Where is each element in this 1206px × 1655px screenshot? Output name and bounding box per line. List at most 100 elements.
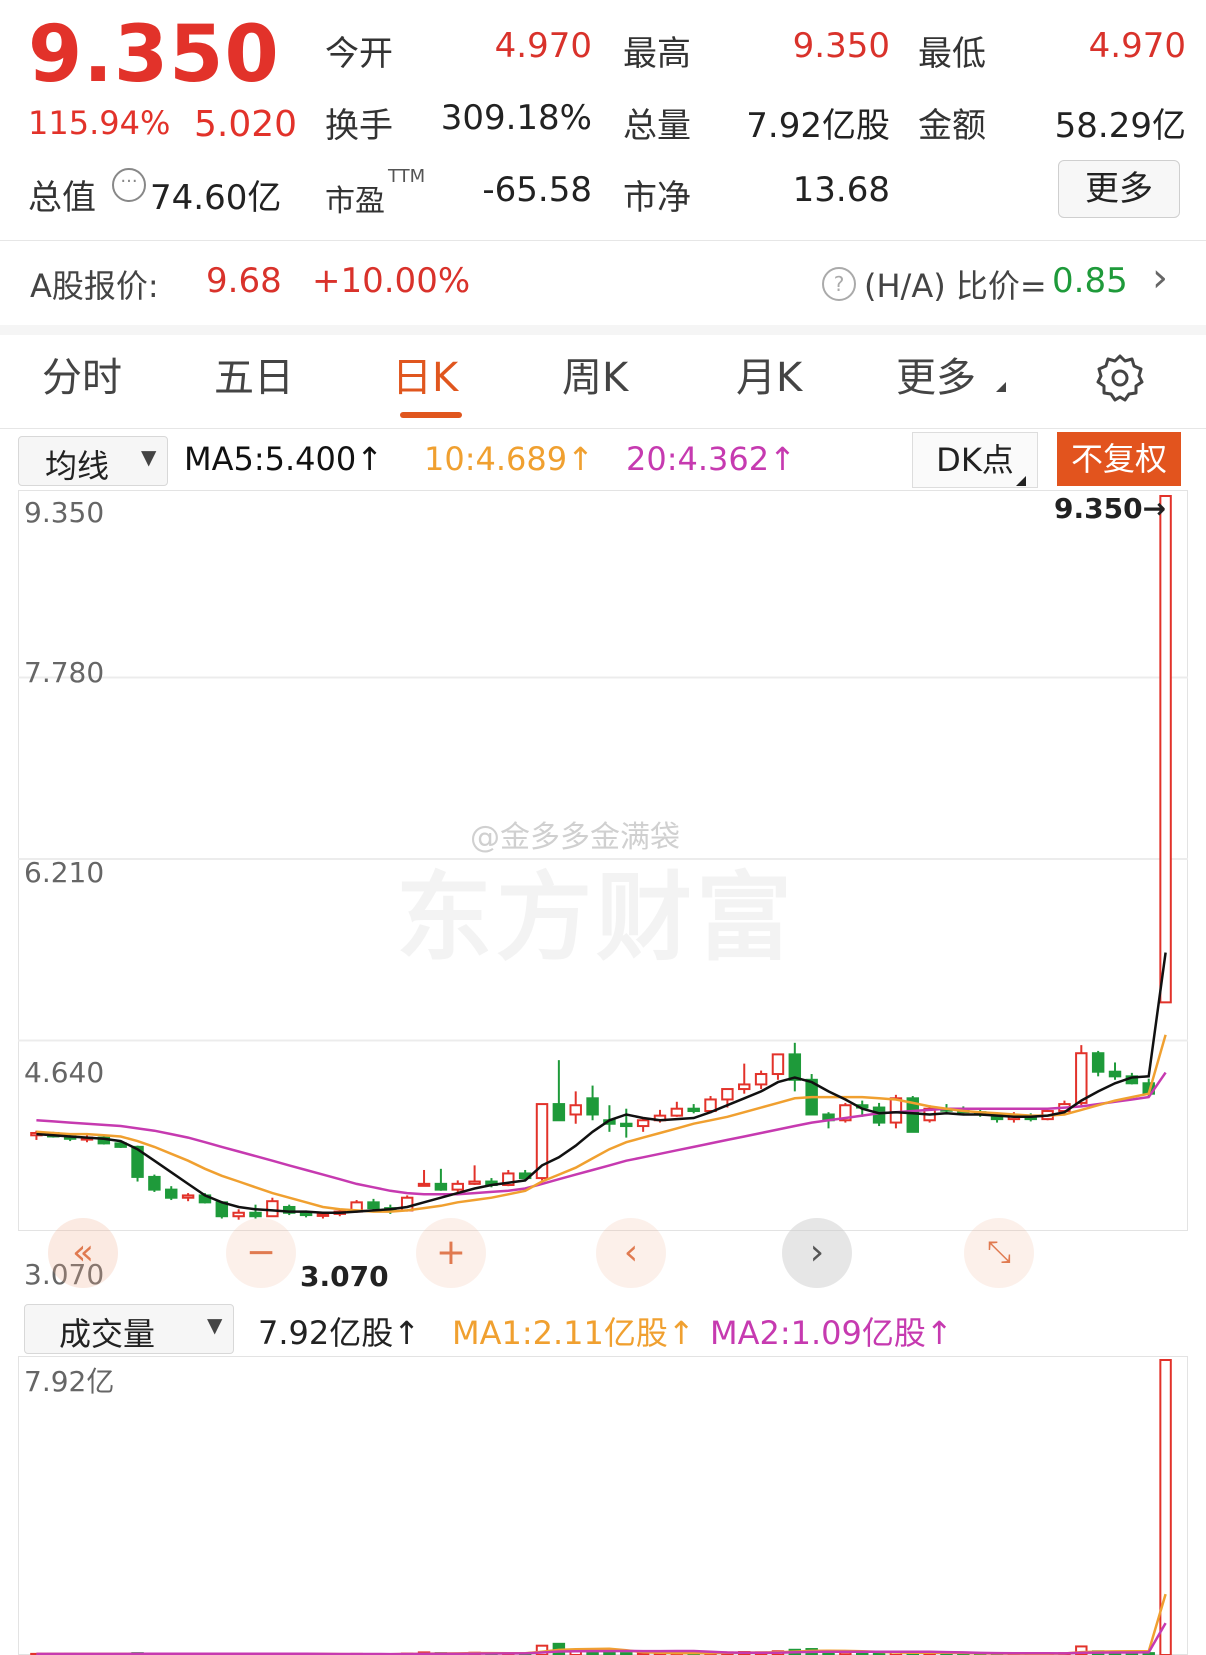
sub-indicator-label: 成交量 [59,1315,156,1353]
candle-body [670,1107,684,1117]
min-price-marker: 3.070 [300,1260,389,1293]
candle-body [417,1182,431,1187]
a-share-row[interactable]: A股报价: 9.68 +10.00% ? (H/A) 比价= 0.85 › [0,241,1206,325]
candle-body [754,1073,768,1086]
price-axis-label: 7.780 [24,656,105,689]
tab-more-triangle-icon [996,382,1006,392]
ma5-line [36,952,1167,1215]
candle-body [586,1097,599,1116]
candle-body [771,1053,785,1076]
candle-body [1108,1070,1122,1078]
volume-chart[interactable] [18,1356,1188,1655]
candle-body [889,1097,903,1124]
candle-body [148,1175,161,1191]
candle-body [451,1182,464,1191]
volume-total: 7.92亿股↑ [258,1314,421,1352]
brand-watermark: 东方财富 [396,862,796,974]
pe-label: 市盈 [325,184,385,219]
pe-value: -65.58 [482,170,592,210]
dropdown-arrow-icon: ▼ [207,1313,223,1337]
market-cap-value: 74.60亿 [150,178,282,218]
ha-ratio-label: (H/A) 比价= [864,267,1047,305]
last-price: 9.350 [28,10,280,100]
amount-label: 金额 [918,106,986,146]
candle-body [687,1107,700,1113]
dk-corner-triangle-icon [1016,476,1026,486]
active-tab-indicator [400,412,462,418]
tab-more[interactable]: 更多 [896,348,976,408]
help-icon[interactable]: ? [822,267,856,301]
price-axis-label: 4.640 [24,1056,105,1089]
change-percent: 115.94% [28,104,171,142]
open-label: 今开 [325,34,393,74]
candle-body [569,1104,582,1116]
zoom-in-icon[interactable]: + [416,1218,486,1288]
candle-body [1159,495,1172,1004]
indicator-selector[interactable]: 均线 ▼ [18,436,168,486]
scroll-left-icon[interactable]: ‹ [596,1218,666,1288]
price-axis-label: 6.210 [24,856,105,889]
more-dots-icon[interactable]: ··· [112,168,146,202]
zoom-out-icon[interactable]: − [226,1218,296,1288]
no-adjust-button[interactable]: 不复权 [1057,432,1181,486]
candle-body [788,1053,802,1081]
change-amount: 5.020 [194,104,298,145]
pb-label: 市净 [623,178,691,218]
candle-body [181,1194,195,1199]
candle-body [1091,1052,1105,1073]
candle-body [266,1200,279,1218]
last-price-marker: 9.350→ [1054,492,1167,525]
candle-body [704,1098,717,1113]
open-value: 4.970 [494,26,592,66]
volume-frame [18,1356,1188,1655]
scroll-right-icon[interactable]: › [782,1218,852,1288]
volume-ma2: MA2:1.09亿股↑ [710,1314,953,1352]
amount-value: 58.29亿 [1054,106,1186,146]
a-share-price: 9.68 [206,261,282,301]
candle-body [721,1088,734,1101]
high-value: 9.350 [792,26,890,66]
candle-body [249,1211,262,1218]
pb-value: 13.68 [792,170,890,210]
ma5-value: MA5:5.400↑ [184,440,384,478]
fullscreen-expand-icon[interactable]: ⤡ [964,1218,1034,1288]
tab-five-day[interactable]: 五日 [214,348,294,408]
candle-body [872,1106,886,1124]
volume-axis-top: 7.92亿 [24,1365,115,1398]
indicator-selector-label: 均线 [45,447,110,485]
market-cap-label: 总值 [28,178,96,218]
candle-body [468,1180,481,1185]
tab-monthly-k[interactable]: 月K [736,348,802,408]
ma20-line [36,1071,1167,1196]
tab-daily-k[interactable]: 日K [392,348,458,408]
chevron-right-icon: › [1152,255,1168,301]
volume-value: 7.92亿股 [746,106,890,146]
ma10-line [36,1034,1167,1213]
tab-intraday[interactable]: 分时 [42,348,122,408]
volume-ma1-line [36,1593,1167,1655]
dk-point-label: DK点 [936,441,1014,479]
candle-body [738,1083,751,1091]
candle-body [434,1182,448,1191]
a-share-label: A股报价: [30,267,159,305]
low-label: 最低 [918,34,986,74]
price-axis-label: 9.350 [24,496,105,529]
settings-gear-icon[interactable] [1094,352,1146,408]
turnover-value: 309.18% [440,98,592,138]
scroll-left-fast-icon[interactable]: « [48,1218,118,1288]
ma10-value: 10:4.689↑ [424,440,594,478]
dropdown-arrow-icon: ▼ [141,445,157,469]
high-label: 最高 [623,34,691,74]
candle-body [367,1201,380,1210]
candle-body [165,1188,178,1199]
candle-body [316,1212,330,1217]
volume-label: 总量 [623,106,691,146]
tab-weekly-k[interactable]: 周K [562,348,628,408]
candle-body [1075,1052,1088,1104]
low-value: 4.970 [1088,26,1186,66]
candle-body [552,1103,566,1122]
candle-body [636,1119,650,1128]
more-quote-button[interactable]: 更多 [1058,160,1180,218]
candle-body [620,1122,633,1128]
sub-indicator-selector[interactable]: 成交量 ▼ [24,1304,234,1354]
